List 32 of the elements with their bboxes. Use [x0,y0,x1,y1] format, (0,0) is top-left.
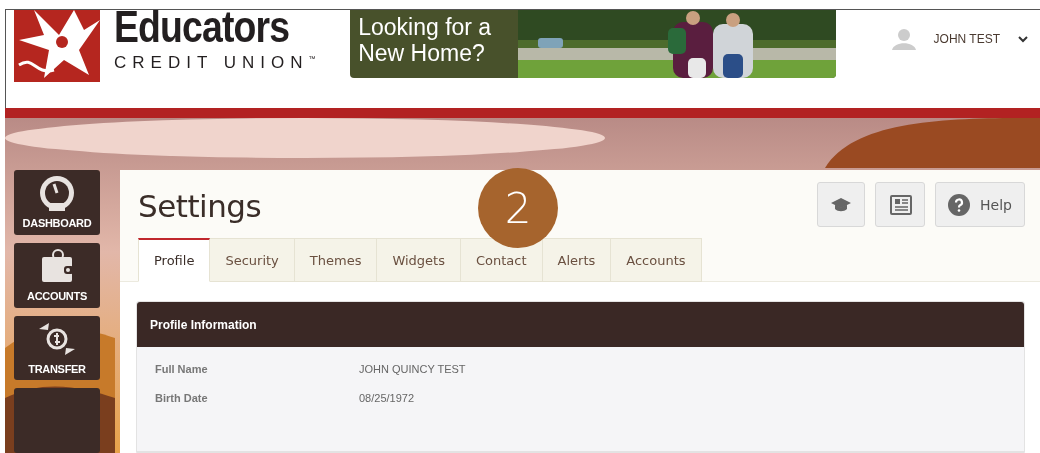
page-title: Settings [138,188,262,224]
brand-name: Educators [114,4,290,50]
settings-tab[interactable]: Alerts [542,238,612,282]
sidebar-tile[interactable] [14,388,100,453]
settings-tab[interactable]: Widgets [377,238,461,282]
settings-tab[interactable]: Accounts [611,238,702,282]
toolbar-button[interactable] [817,182,866,227]
toolbar-button[interactable] [875,182,926,227]
user-avatar-icon [891,28,916,50]
help-icon [948,193,971,216]
flower-logo-icon [14,10,100,82]
settings-tab[interactable]: Profile [138,238,211,282]
sidebar-tile[interactable]: ACCOUNTS [14,242,100,308]
field-label: Birth Date [155,392,209,404]
graduation-cap-icon [830,195,853,214]
sidebar-tile[interactable]: DASHBOARD [14,170,100,235]
field-value: JOHN QUINCY TEST [359,363,466,375]
help-button[interactable]: Help [935,182,1025,227]
field-label: Full Name [155,363,209,375]
field-value: 08/25/1972 [359,392,415,404]
gauge-icon [38,175,76,212]
brand-subtitle: CREDIT UNION$^{™}$ [114,51,317,72]
settings-tab[interactable]: Contact [461,238,543,282]
chevron-down-icon[interactable] [1018,35,1028,43]
settings-tab[interactable]: Security [210,238,295,282]
settings-tab[interactable]: Themes [294,238,378,282]
panel-title: Profile Information [137,302,1024,347]
newspaper-icon [888,193,913,216]
user-name[interactable]: JOHN TEST [933,32,1000,46]
sidebar-tile[interactable]: TRANSFER [14,315,100,381]
money-transfer-icon [37,320,77,357]
ad-headline: Looking for a New Home? [350,10,519,78]
